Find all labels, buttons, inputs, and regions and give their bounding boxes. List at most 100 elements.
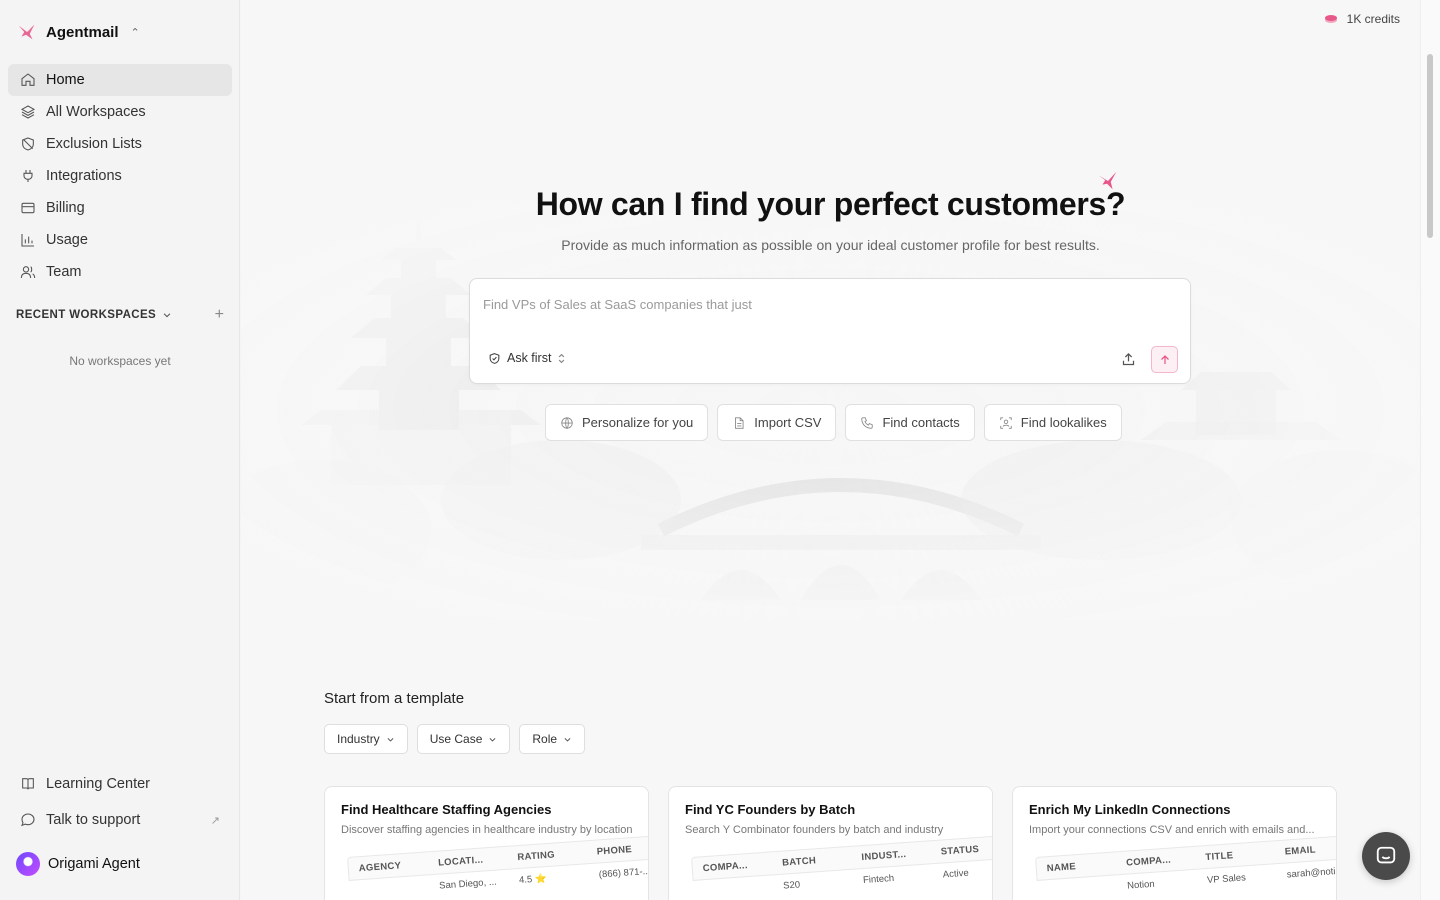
prompt-input[interactable] <box>483 293 1173 315</box>
chat-widget-button[interactable] <box>1362 832 1410 880</box>
main-content: 1K credits How can I find your perfect c… <box>241 0 1420 900</box>
bird-logo-icon <box>18 24 35 40</box>
card-description: Import your connections CSV and enrich w… <box>1029 824 1315 836</box>
shield-check-icon <box>489 352 500 364</box>
column-header: INDUST... <box>861 848 907 863</box>
page-scrollbar[interactable] <box>1420 0 1440 900</box>
globe-icon <box>561 416 573 429</box>
nav-item-label: Exclusion Lists <box>46 136 142 152</box>
upload-icon <box>1122 352 1134 365</box>
action-label: Find lookalikes <box>1020 415 1107 430</box>
chevron-updown-icon: ⌃ <box>130 26 140 39</box>
nav-item-label: Usage <box>46 232 88 248</box>
nav-item-all-workspaces[interactable]: All Workspaces <box>8 96 232 128</box>
import-csv-button[interactable]: Import CSV <box>717 404 837 441</box>
template-card-linkedin-connections[interactable]: Enrich My LinkedIn Connections Import yo… <box>1012 786 1337 900</box>
nav-item-usage[interactable]: Usage <box>8 224 232 256</box>
card-description: Search Y Combinator founders by batch an… <box>685 824 944 836</box>
home-icon <box>21 73 35 86</box>
user-name: Origami Agent <box>48 856 140 872</box>
table-cell: San Diego, ... <box>438 876 498 892</box>
column-header: BATCH <box>781 854 817 869</box>
recent-workspaces-title: RECENT WORKSPACES <box>16 309 157 321</box>
bar-chart-icon <box>21 234 34 247</box>
table-cell: (866) 871-... <box>598 865 649 880</box>
sidebar: Agentmail ⌃ Home All Workspaces Exclusio… <box>0 0 240 900</box>
workspace-switcher[interactable]: Agentmail ⌃ <box>16 20 140 44</box>
nav-item-label: Integrations <box>46 168 122 184</box>
table-cell <box>693 886 773 892</box>
template-card-healthcare-staffing[interactable]: Find Healthcare Staffing Agencies Discov… <box>324 786 649 900</box>
column-header: PHONE <box>596 843 633 858</box>
template-card-yc-founders[interactable]: Find YC Founders by Batch Search Y Combi… <box>668 786 993 900</box>
recent-workspaces-header: RECENT WORKSPACES + <box>16 306 224 324</box>
scrollbar-thumb[interactable] <box>1427 54 1433 238</box>
shield-off-icon <box>22 137 34 151</box>
nav-item-integrations[interactable]: Integrations <box>8 160 232 192</box>
credits-badge[interactable]: 1K credits <box>1323 12 1400 26</box>
users-icon <box>20 266 36 279</box>
template-filters: Industry Use Case Role <box>324 724 586 754</box>
column-header: EMAIL <box>1284 843 1317 858</box>
card-preview-table: AGENCY LOCATI... RATING PHONE San Diego,… <box>347 834 649 900</box>
table-cell: 4.5 ⭐ <box>518 872 548 886</box>
column-header: NAME <box>1046 860 1077 874</box>
find-contacts-button[interactable]: Find contacts <box>845 404 975 441</box>
hero-subtitle: Provide as much information as possible … <box>561 237 1100 253</box>
filter-industry[interactable]: Industry <box>324 724 408 754</box>
credits-label: 1K credits <box>1346 12 1400 26</box>
table-cell: Fintech <box>862 872 895 886</box>
upload-button[interactable] <box>1118 349 1138 369</box>
credit-card-icon <box>21 202 35 214</box>
nav-item-talk-to-support[interactable]: Talk to support ↗ <box>8 804 232 836</box>
nav-item-team[interactable]: Team <box>8 256 232 288</box>
quick-actions: Personalize for you Import CSV Find cont… <box>545 404 1122 441</box>
nav-item-label: Talk to support <box>46 812 141 828</box>
nav-item-exclusion-lists[interactable]: Exclusion Lists <box>8 128 232 160</box>
table-cell <box>349 886 429 892</box>
nav-item-label: Team <box>46 264 82 280</box>
action-label: Personalize for you <box>582 415 694 430</box>
column-header: RATING <box>517 849 556 863</box>
send-button[interactable] <box>1151 346 1178 373</box>
table-cell: Notion <box>1126 878 1156 892</box>
scan-face-icon <box>1000 416 1012 429</box>
filter-label: Industry <box>337 732 380 746</box>
filter-label: Use Case <box>429 732 483 746</box>
hero-title: How can I find your perfect customers? <box>535 186 1126 222</box>
template-cards: Find Healthcare Staffing Agencies Discov… <box>324 786 1337 900</box>
nav-item-learning-center[interactable]: Learning Center <box>8 768 232 800</box>
card-preview-table: NAME COMPA... TITLE EMAIL Notion VP Sale… <box>1035 834 1337 900</box>
card-title: Find YC Founders by Batch <box>685 802 856 817</box>
nav-item-home[interactable]: Home <box>8 64 232 96</box>
filter-label: Role <box>532 732 558 746</box>
find-lookalikes-button[interactable]: Find lookalikes <box>983 404 1122 441</box>
filter-use-case[interactable]: Use Case <box>416 724 511 754</box>
user-profile[interactable]: Origami Agent <box>16 852 140 876</box>
chevron-updown-icon <box>559 353 565 363</box>
personalize-button[interactable]: Personalize for you <box>545 404 709 441</box>
workspace-name: Agentmail <box>46 23 119 41</box>
table-cell: sarah@noti... <box>1286 865 1337 880</box>
nav-item-label: Learning Center <box>46 776 150 792</box>
nav-item-label: All Workspaces <box>46 104 146 120</box>
column-header: AGENCY <box>358 859 402 874</box>
prompt-box: Ask first <box>469 278 1191 384</box>
card-preview-table: COMPA... BATCH INDUST... STATUS S20 Fint… <box>691 834 992 900</box>
table-cell: VP Sales <box>1206 871 1247 886</box>
nav-item-label: Billing <box>46 200 85 216</box>
column-header: TITLE <box>1205 849 1234 863</box>
column-header: STATUS <box>940 843 980 858</box>
add-workspace-button[interactable]: + <box>215 307 224 323</box>
book-icon <box>22 778 34 790</box>
empty-workspaces-text: No workspaces yet <box>69 354 171 368</box>
recent-workspaces-toggle[interactable]: RECENT WORKSPACES <box>16 309 172 321</box>
ask-first-dropdown[interactable]: Ask first <box>488 351 566 365</box>
chevron-down-icon <box>163 313 171 318</box>
chevron-down-icon <box>564 737 571 742</box>
nav-item-billing[interactable]: Billing <box>8 192 232 224</box>
nav-item-label: Home <box>46 72 85 88</box>
message-icon <box>21 813 35 827</box>
filter-role[interactable]: Role <box>519 724 586 754</box>
card-title: Enrich My LinkedIn Connections <box>1029 802 1231 817</box>
